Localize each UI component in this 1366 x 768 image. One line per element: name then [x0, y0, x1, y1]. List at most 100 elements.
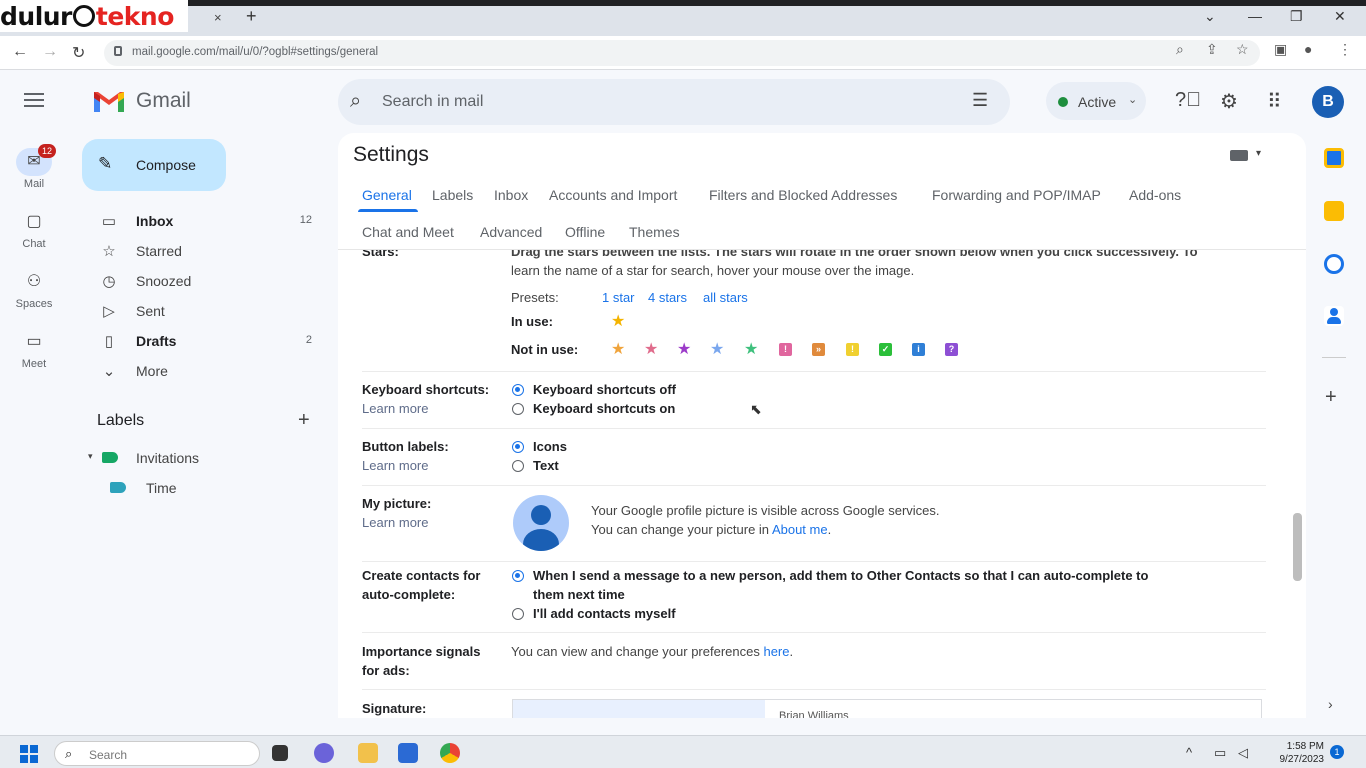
- keyboard-learn-more-link[interactable]: Learn more: [362, 401, 428, 416]
- text-radio[interactable]: [512, 460, 524, 472]
- green-star-icon[interactable]: ★: [744, 342, 758, 358]
- mail-search-bar[interactable]: ⌕ Search in mail ☰: [338, 79, 1010, 125]
- nav-more[interactable]: ⌄ More: [90, 357, 326, 385]
- search-icon[interactable]: ⌕: [350, 90, 361, 113]
- compose-button[interactable]: ✎ Compose: [82, 139, 226, 191]
- system-clock[interactable]: 1:58 PM 9/27/2023: [1266, 740, 1325, 766]
- bookmark-star-icon[interactable]: ☆: [1236, 41, 1249, 58]
- red-bang-icon[interactable]: !: [779, 343, 792, 356]
- address-bar[interactable]: mail.google.com/mail/u/0/?ogbl#settings/…: [104, 40, 1260, 66]
- signature-list-item[interactable]: [513, 700, 765, 718]
- about-me-link[interactable]: About me: [772, 522, 828, 537]
- manual-contacts-radio[interactable]: [512, 608, 524, 620]
- tab-inbox[interactable]: Inbox: [494, 187, 528, 203]
- profile-icon[interactable]: ●: [1304, 41, 1312, 57]
- tab-filters[interactable]: Filters and Blocked Addresses: [709, 187, 897, 203]
- keyboard-on-label[interactable]: Keyboard shortcuts on: [533, 401, 675, 416]
- tab-themes[interactable]: Themes: [629, 224, 680, 240]
- settings-scrollbar[interactable]: [1293, 513, 1302, 581]
- notification-badge[interactable]: 1: [1330, 745, 1344, 759]
- nav-inbox[interactable]: ▭ Inbox 12: [90, 207, 326, 235]
- icons-label[interactable]: Icons: [533, 439, 567, 454]
- chrome-icon[interactable]: [440, 743, 460, 763]
- teams-chat-icon[interactable]: [314, 743, 334, 763]
- button-labels-learn-more-link[interactable]: Learn more: [362, 458, 428, 473]
- get-addons-icon[interactable]: +: [1325, 386, 1337, 409]
- task-view-icon[interactable]: [272, 745, 288, 761]
- blue-info-icon[interactable]: i: [912, 343, 925, 356]
- yellow-bang-icon[interactable]: !: [846, 343, 859, 356]
- orange-star-icon[interactable]: ★: [611, 342, 625, 358]
- gear-icon[interactable]: ⚙: [1220, 89, 1238, 114]
- tab-chat-meet[interactable]: Chat and Meet: [362, 224, 454, 240]
- purple-question-icon[interactable]: ?: [945, 343, 958, 356]
- share-icon[interactable]: ⇪: [1206, 41, 1218, 58]
- windows-start-icon[interactable]: [20, 745, 38, 763]
- nav-starred[interactable]: ☆ Starred: [90, 237, 326, 265]
- search-options-icon[interactable]: ☰: [972, 90, 988, 111]
- side-panel-icon[interactable]: ▣: [1274, 41, 1287, 58]
- tab-search-icon[interactable]: ⌄: [1204, 8, 1216, 25]
- network-icon[interactable]: ▭: [1214, 745, 1226, 761]
- keep-icon[interactable]: [1324, 201, 1344, 221]
- reload-icon[interactable]: ↻: [72, 43, 85, 63]
- help-icon[interactable]: ?⃝: [1175, 89, 1201, 112]
- tab-general[interactable]: General: [362, 187, 412, 203]
- preset-1-star[interactable]: 1 star: [602, 290, 635, 305]
- tab-close-button[interactable]: ×: [214, 10, 222, 25]
- main-menu-icon[interactable]: [24, 93, 44, 107]
- signature-editor[interactable]: Brian Williams: [512, 699, 1262, 718]
- purple-star-icon[interactable]: ★: [677, 342, 691, 358]
- calendar-icon[interactable]: [1324, 148, 1344, 168]
- tab-advanced[interactable]: Advanced: [480, 224, 542, 240]
- label-invitations[interactable]: ▾ Invitations: [86, 447, 316, 471]
- profile-picture[interactable]: [513, 495, 569, 551]
- importance-here-link[interactable]: here: [763, 644, 789, 659]
- status-selector[interactable]: Active ⌄: [1046, 82, 1146, 120]
- account-avatar[interactable]: B: [1312, 86, 1344, 118]
- file-explorer-icon[interactable]: [358, 743, 378, 763]
- auto-add-contacts-radio[interactable]: [512, 570, 524, 582]
- tab-addons[interactable]: Add-ons: [1129, 187, 1181, 203]
- browser-menu-icon[interactable]: ⋮: [1338, 41, 1352, 58]
- keyboard-off-radio[interactable]: [512, 384, 524, 396]
- taskbar-search-input[interactable]: Search: [89, 748, 127, 762]
- nav-snoozed[interactable]: ◷ Snoozed: [90, 267, 326, 295]
- keyboard-off-label[interactable]: Keyboard shortcuts off: [533, 382, 676, 397]
- add-label-icon[interactable]: +: [298, 409, 310, 432]
- rail-chat[interactable]: ▢ Chat: [8, 208, 60, 250]
- new-tab-button[interactable]: +: [246, 6, 257, 27]
- auto-add-contacts-label-2[interactable]: them next time: [533, 587, 625, 602]
- taskbar-search[interactable]: ⌕ Search: [54, 741, 260, 766]
- rail-mail[interactable]: ✉ 12 Mail: [8, 144, 60, 190]
- tab-accounts[interactable]: Accounts and Import: [549, 187, 677, 203]
- chevron-down-icon[interactable]: ▾: [1256, 148, 1261, 159]
- green-check-icon[interactable]: ✓: [879, 343, 892, 356]
- restore-button[interactable]: ❐: [1290, 8, 1303, 25]
- my-picture-learn-more-link[interactable]: Learn more: [362, 515, 428, 530]
- minimize-button[interactable]: —: [1248, 8, 1262, 24]
- text-label[interactable]: Text: [533, 458, 559, 473]
- preset-4-stars[interactable]: 4 stars: [648, 290, 687, 305]
- rail-spaces[interactable]: ⚇ Spaces: [8, 268, 60, 310]
- volume-icon[interactable]: ◁: [1238, 745, 1248, 761]
- nav-sent[interactable]: ▷ Sent: [90, 297, 326, 325]
- auto-add-contacts-label[interactable]: When I send a message to a new person, a…: [533, 568, 1148, 583]
- apps-grid-icon[interactable]: ⠿: [1267, 89, 1282, 114]
- orange-guillemet-icon[interactable]: »: [812, 343, 825, 356]
- tasks-icon[interactable]: [1324, 254, 1344, 274]
- expand-arrow-icon[interactable]: ▾: [88, 451, 93, 462]
- nav-drafts[interactable]: ▯ Drafts 2: [90, 327, 326, 355]
- contacts-icon[interactable]: [1324, 306, 1344, 326]
- blue-star-icon[interactable]: ★: [710, 342, 724, 358]
- back-arrow-icon[interactable]: ←: [12, 43, 28, 61]
- preset-all-stars[interactable]: all stars: [703, 290, 748, 305]
- label-time[interactable]: Time: [86, 477, 316, 501]
- zoom-icon[interactable]: ⌕: [1176, 41, 1184, 58]
- chevron-up-icon[interactable]: ^: [1186, 745, 1192, 760]
- chevron-right-icon[interactable]: ›: [1328, 696, 1333, 712]
- keyboard-on-radio[interactable]: [512, 403, 524, 415]
- manual-contacts-label[interactable]: I'll add contacts myself: [533, 606, 676, 621]
- yellow-star-icon[interactable]: ★: [611, 314, 625, 330]
- rail-meet[interactable]: ▭ Meet: [8, 328, 60, 370]
